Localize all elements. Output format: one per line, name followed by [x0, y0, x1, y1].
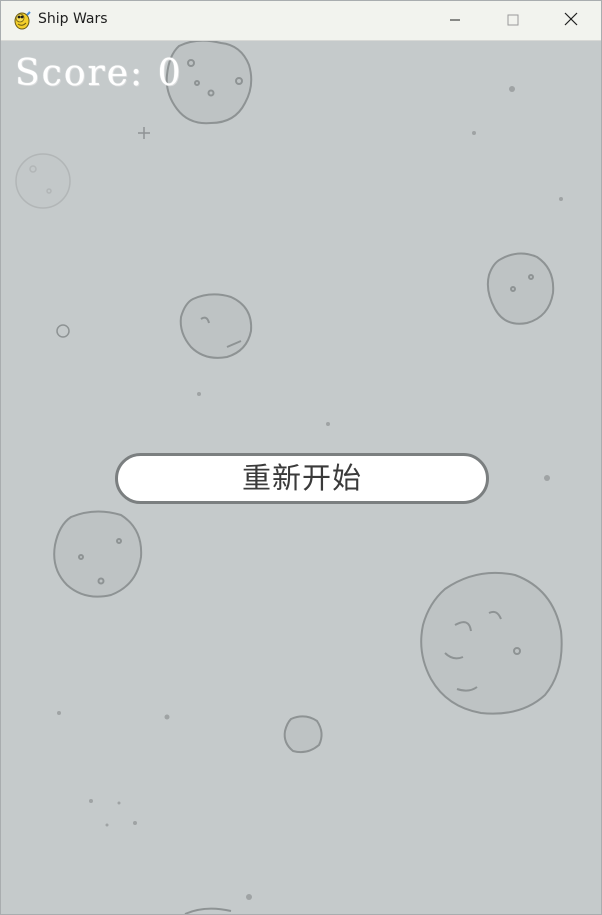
restart-button-label: 重新开始 [241, 461, 362, 495]
maximize-button[interactable] [484, 1, 542, 40]
asteroid [179, 293, 253, 359]
close-icon [564, 11, 578, 30]
asteroid [184, 907, 232, 914]
minimize-button[interactable] [426, 1, 484, 40]
asteroid [15, 153, 71, 209]
maximize-icon [507, 11, 519, 30]
close-button[interactable] [542, 1, 600, 40]
minimize-icon [449, 11, 461, 30]
game-window: Ship Wars Score: 0 重新开始 [0, 0, 602, 915]
window-title: Ship Wars [38, 11, 108, 27]
pygame-snake-icon [12, 10, 32, 30]
restart-button[interactable]: 重新开始 [115, 453, 489, 504]
asteroid [420, 571, 563, 715]
score-display: Score: 0 [15, 53, 183, 94]
asteroid [283, 715, 323, 754]
asteroid [486, 252, 555, 325]
asteroid [53, 510, 143, 598]
debris [56, 324, 70, 338]
star [138, 127, 150, 139]
game-canvas[interactable]: Score: 0 重新开始 [1, 41, 601, 914]
title-bar[interactable]: Ship Wars [1, 1, 601, 41]
